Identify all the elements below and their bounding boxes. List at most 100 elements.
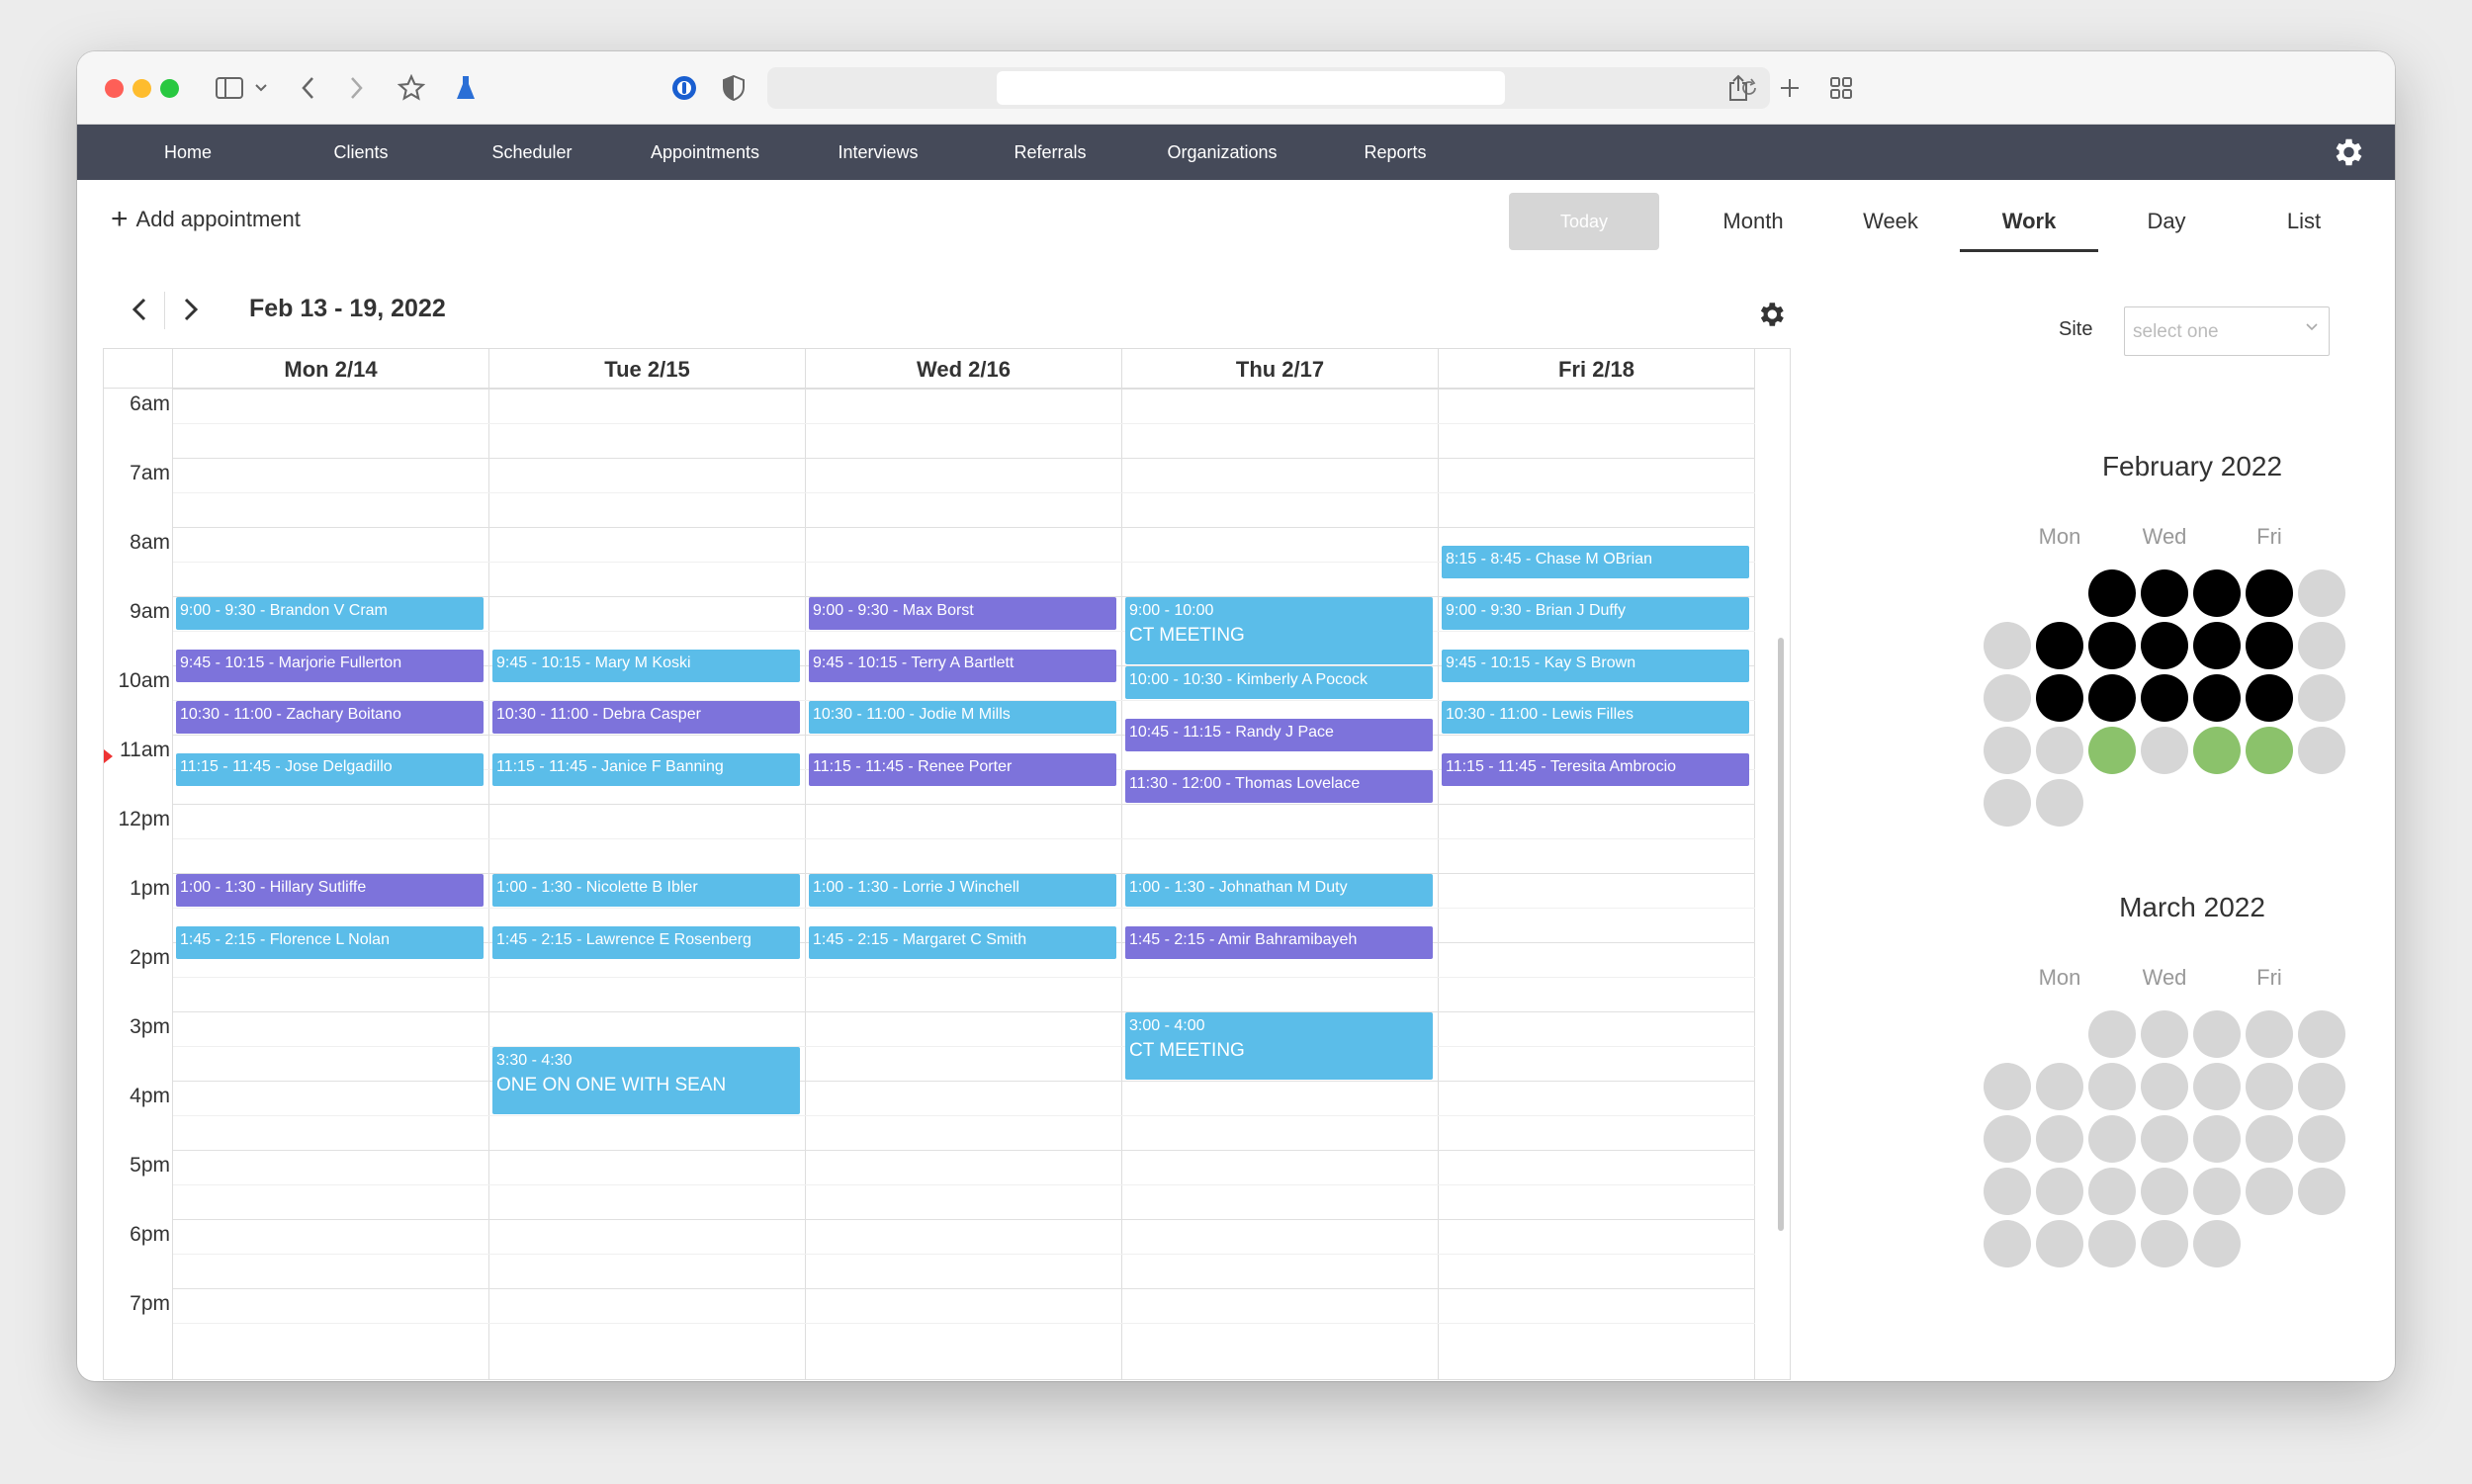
close-window-button[interactable] [105,79,124,98]
appointment-event[interactable]: 9:00 - 10:00 CT MEETING [1125,597,1433,664]
mini-calendar-day[interactable] [2298,727,2345,774]
view-tab-week[interactable]: Week [1863,193,1918,250]
appointment-event[interactable]: 1:45 - 2:15 - Florence L Nolan [176,925,484,959]
password-manager-icon[interactable] [666,69,702,107]
view-tab-work[interactable]: Work [2002,193,2057,250]
mini-calendar-day[interactable] [1984,727,2031,774]
mini-calendar-day[interactable] [2193,1010,2241,1058]
mini-calendar-day[interactable] [2088,1220,2136,1267]
address-field[interactable] [997,71,1505,105]
mini-calendar-day[interactable] [2298,674,2345,722]
appointment-event[interactable]: 9:45 - 10:15 - Mary M Koski [492,649,800,682]
mini-calendar-day[interactable] [2246,1115,2293,1163]
mini-calendar-day[interactable] [2246,1010,2293,1058]
mini-calendar-day[interactable] [2193,1220,2241,1267]
mini-calendar-day[interactable] [1984,622,2031,669]
site-select[interactable]: select one [2124,306,2330,356]
mini-calendar-day[interactable] [2193,1168,2241,1215]
mini-calendar-day[interactable] [2141,674,2188,722]
previous-week-button[interactable] [125,292,154,327]
appointment-event[interactable]: 9:45 - 10:15 - Marjorie Fullerton [176,649,484,682]
appointment-event[interactable]: 10:00 - 10:30 - Kimberly A Pocock [1125,666,1433,699]
appointment-event[interactable]: 1:00 - 1:30 - Lorrie J Winchell [809,874,1116,907]
view-tab-month[interactable]: Month [1722,193,1783,250]
new-tab-plus-icon[interactable] [1772,69,1808,107]
shield-icon[interactable] [716,69,751,107]
calendar-scrollbar[interactable] [1778,638,1784,1231]
mini-calendar-day[interactable] [2298,1115,2345,1163]
mini-calendar-day[interactable] [2088,622,2136,669]
mini-calendar-day[interactable] [2193,1115,2241,1163]
mini-calendar-day[interactable] [2088,569,2136,617]
mini-calendar-day[interactable] [2193,622,2241,669]
mini-calendar-day[interactable] [2141,727,2188,774]
nav-scheduler[interactable]: Scheduler [491,125,572,180]
mini-calendar-day[interactable] [1984,1063,2031,1110]
appointment-event[interactable]: 1:45 - 2:15 - Lawrence E Rosenberg [492,925,800,959]
mini-calendar-day[interactable] [2298,569,2345,617]
add-appointment-button[interactable]: + Add appointment [111,205,301,234]
nav-reports[interactable]: Reports [1364,125,1426,180]
mini-calendar-day[interactable] [2246,674,2293,722]
mini-calendar-day[interactable] [1984,1220,2031,1267]
appointment-event[interactable]: 1:45 - 2:15 - Amir Bahramibayeh [1125,925,1433,959]
appointment-event[interactable]: 10:30 - 11:00 - Debra Casper [492,701,800,734]
mini-calendar-day[interactable] [2298,1063,2345,1110]
mini-calendar-day[interactable] [2141,1063,2188,1110]
back-arrow-icon[interactable] [293,69,322,107]
calendar-settings-gear-icon[interactable] [1755,299,1787,330]
appointment-event[interactable]: 10:30 - 11:00 - Lewis Filles [1442,701,1749,734]
mini-calendar-day[interactable] [2036,1115,2083,1163]
bookmark-star-icon[interactable] [394,69,429,107]
forward-arrow-icon[interactable] [342,69,372,107]
today-button[interactable]: Today [1509,193,1659,250]
appointment-event[interactable]: 9:00 - 9:30 - Brandon V Cram [176,597,484,630]
appointment-event[interactable]: 9:45 - 10:15 - Terry A Bartlett [809,649,1116,682]
mini-calendar-day[interactable] [2298,622,2345,669]
chevron-down-icon[interactable] [251,69,271,107]
nav-interviews[interactable]: Interviews [838,125,918,180]
mini-calendar-day[interactable] [2036,1063,2083,1110]
mini-calendar-day[interactable] [2141,569,2188,617]
share-icon[interactable] [1721,69,1756,107]
sidebar-toggle-icon[interactable] [212,69,247,107]
nav-home[interactable]: Home [164,125,212,180]
mini-calendar-day[interactable] [2036,1220,2083,1267]
nav-appointments[interactable]: Appointments [651,125,759,180]
mini-calendar-day[interactable] [2036,622,2083,669]
mini-calendar-day[interactable] [2246,1063,2293,1110]
mini-calendar-day[interactable] [2298,1168,2345,1215]
nav-organizations[interactable]: Organizations [1167,125,1277,180]
appointment-event[interactable]: 1:45 - 2:15 - Margaret C Smith [809,925,1116,959]
appointment-event[interactable]: 3:00 - 4:00 CT MEETING [1125,1012,1433,1080]
next-week-button[interactable] [176,292,206,327]
mini-calendar-day[interactable] [2193,1063,2241,1110]
mini-calendar-day[interactable] [2036,779,2083,827]
mini-calendar-day[interactable] [2036,1168,2083,1215]
appointment-event[interactable]: 11:15 - 11:45 - Jose Delgadillo [176,752,484,786]
appointment-event[interactable]: 1:00 - 1:30 - Nicolette B Ibler [492,874,800,907]
mini-calendar-day[interactable] [1984,1168,2031,1215]
mini-calendar-day[interactable] [2088,727,2136,774]
appointment-event[interactable]: 10:30 - 11:00 - Jodie M Mills [809,701,1116,734]
mini-calendar-day[interactable] [2088,1010,2136,1058]
view-tab-list[interactable]: List [2287,193,2321,250]
mini-calendar-day[interactable] [2141,1220,2188,1267]
mini-calendar-day[interactable] [2298,1010,2345,1058]
tab-overview-icon[interactable] [1823,69,1859,107]
appointment-event[interactable]: 8:15 - 8:45 - Chase M OBrian [1442,545,1749,578]
mini-calendar-day[interactable] [2141,1010,2188,1058]
minimize-window-button[interactable] [132,79,151,98]
appointment-event[interactable]: 1:00 - 1:30 - Johnathan M Duty [1125,874,1433,907]
appointment-event[interactable]: 3:30 - 4:30 ONE ON ONE WITH SEAN [492,1047,800,1114]
zoom-window-button[interactable] [160,79,179,98]
mini-calendar-day[interactable] [1984,1115,2031,1163]
nav-referrals[interactable]: Referrals [1014,125,1086,180]
mini-calendar-day[interactable] [2088,1168,2136,1215]
appointment-event[interactable]: 11:30 - 12:00 - Thomas Lovelace [1125,770,1433,803]
view-tab-day[interactable]: Day [2147,193,2185,250]
mini-calendar-day[interactable] [2246,727,2293,774]
appointment-event[interactable]: 9:45 - 10:15 - Kay S Brown [1442,649,1749,682]
flask-icon[interactable] [451,69,481,107]
mini-calendar-day[interactable] [2193,727,2241,774]
